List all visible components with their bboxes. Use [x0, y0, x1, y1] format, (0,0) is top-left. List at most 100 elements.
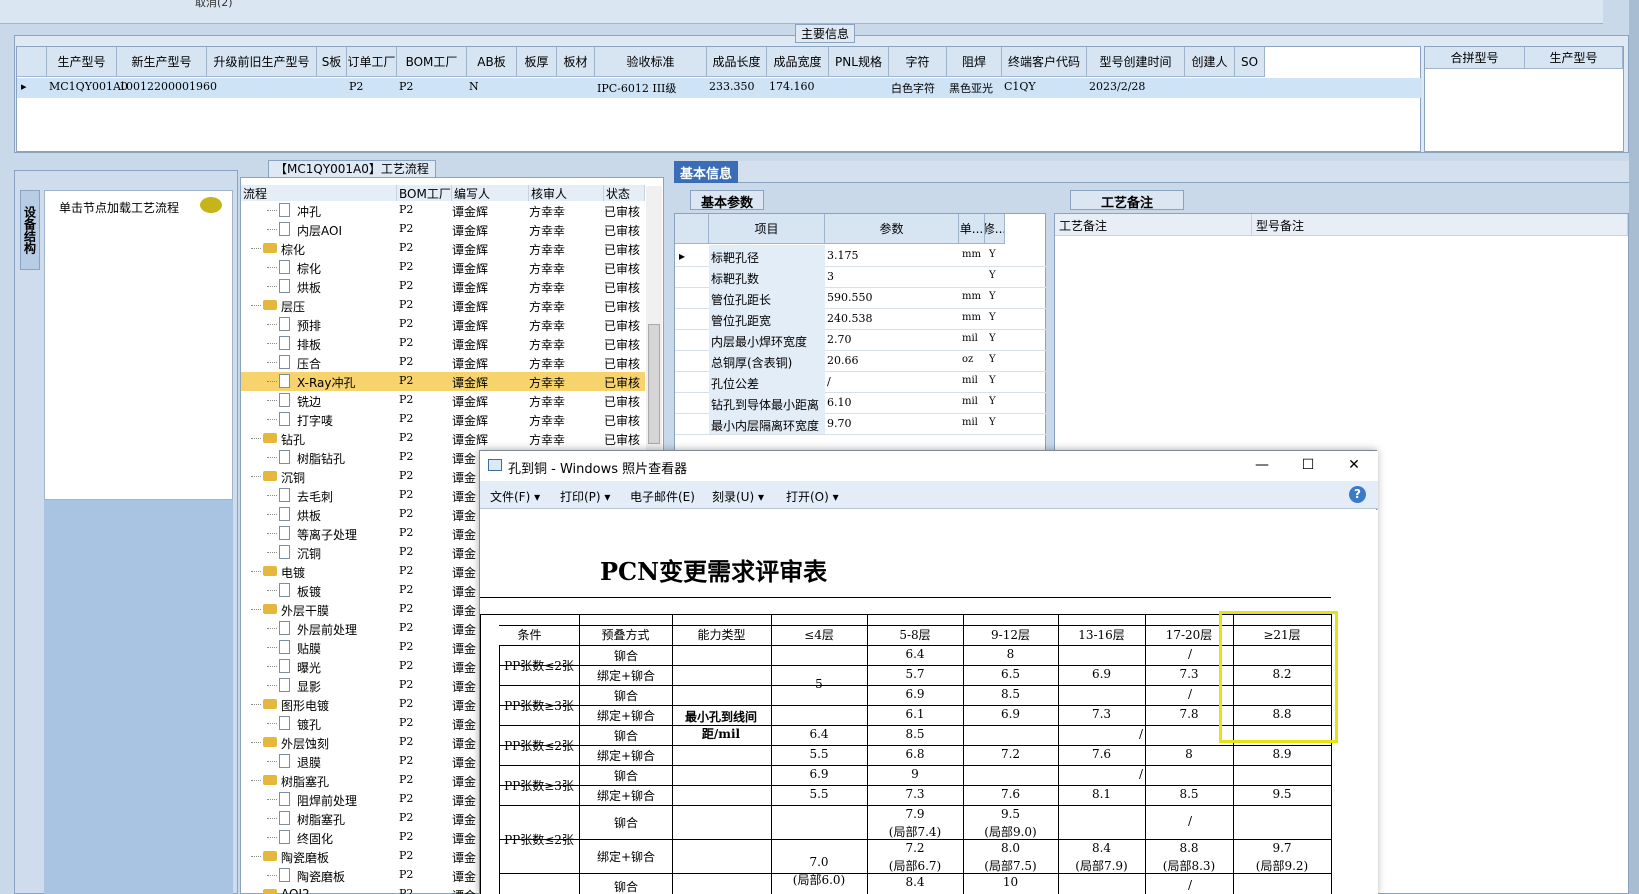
param-cell-item: 标靶孔径: [711, 251, 760, 265]
col-header[interactable]: 验收标准: [595, 47, 707, 77]
col-flow[interactable]: 流程: [241, 185, 397, 201]
tree-cell-bom: P2: [399, 849, 414, 862]
merge-model-grid[interactable]: 合拼型号 生产型号: [1424, 46, 1624, 152]
tree-scrollbar[interactable]: [646, 186, 662, 454]
param-row[interactable]: 最小内层隔离环宽度 9.70 mil Y: [675, 413, 1047, 435]
col-header[interactable]: 板厚: [517, 47, 557, 77]
folder-icon: [263, 889, 277, 894]
tree-cell-bom: P2: [399, 203, 414, 216]
col-status[interactable]: 状态: [604, 185, 645, 201]
main-info-grid[interactable]: 生产型号 新生产型号 升级前旧生产型号 S板 订单工厂 BOM工厂 AB板 板厚 板材 验收标准成…: [16, 46, 1422, 152]
tab-basic-info[interactable]: 基本信息: [674, 161, 739, 183]
col-header[interactable]: 终端客户代码: [1002, 47, 1087, 77]
tree-row[interactable]: 打字唛 P2 谭金辉 方幸幸 已审核: [241, 410, 645, 429]
tree-cell-status: 已审核: [604, 300, 641, 314]
param-row[interactable]: 管位孔距长 590.550 mm Y: [675, 287, 1047, 309]
tree-cell-status: 已审核: [604, 224, 641, 238]
tree-row[interactable]: X-Ray冲孔 P2 谭金辉 方幸幸 已审核: [241, 372, 645, 391]
col-merge-model[interactable]: 合拼型号: [1425, 47, 1525, 69]
doc-cell: PP张数≤2张: [504, 739, 574, 753]
help-icon[interactable]: ?: [1349, 486, 1366, 503]
tree-row[interactable]: 钻孔 P2 谭金辉 方幸幸 已审核: [241, 429, 645, 448]
col-reviewer[interactable]: 核审人: [529, 185, 604, 201]
col-process-notes[interactable]: 工艺备注: [1055, 214, 1252, 236]
doc-cell: 条件: [517, 628, 542, 642]
col-header[interactable]: 阻焊: [947, 47, 1002, 77]
doc-cell: 8.4: [905, 875, 925, 889]
minimize-button[interactable]: —: [1240, 455, 1284, 477]
table-rule: [867, 614, 868, 894]
tree-node-label: 内层AOI: [297, 224, 342, 238]
col-header[interactable]: 项目: [709, 214, 825, 244]
doc-cell: /: [1187, 687, 1193, 701]
tree-connector: [267, 723, 277, 724]
tree-scroll-thumb[interactable]: [648, 324, 660, 444]
tree-row[interactable]: 预排 P2 谭金辉 方幸幸 已审核: [241, 315, 645, 334]
tree-row[interactable]: 内层AOI P2 谭金辉 方幸幸 已审核: [241, 220, 645, 239]
tree-row[interactable]: 棕化 P2 谭金辉 方幸幸 已审核: [241, 239, 645, 258]
col-header[interactable]: 单...: [959, 214, 985, 244]
close-button[interactable]: ✕: [1332, 455, 1376, 477]
col-header[interactable]: 型号创建时间: [1087, 47, 1185, 77]
tree-row[interactable]: 棕化 P2 谭金辉 方幸幸 已审核: [241, 258, 645, 277]
tree-cell-bom: P2: [399, 260, 414, 273]
param-row[interactable]: ▸ 标靶孔径 3.175 mm Y: [675, 245, 1047, 267]
document-icon: [279, 811, 290, 825]
col-header[interactable]: BOM工厂: [397, 47, 467, 77]
col-header[interactable]: 新生产型号: [117, 47, 207, 77]
tree-row[interactable]: 冲孔 P2 谭金辉 方幸幸 已审核: [241, 201, 645, 220]
tree-cell-bom: P2: [399, 754, 414, 767]
col-header[interactable]: SO: [1235, 47, 1265, 77]
menu-burn[interactable]: 刻录(U) ▾: [712, 488, 764, 505]
col-header[interactable]: 成品宽度: [767, 47, 829, 77]
col-header[interactable]: PNL规格: [829, 47, 889, 77]
col-header[interactable]: 升级前旧生产型号: [207, 47, 317, 77]
folder-icon: [263, 433, 277, 443]
col-header[interactable]: 创建人: [1185, 47, 1235, 77]
col-header[interactable]: 成品长度: [707, 47, 767, 77]
col-header[interactable]: 字符: [889, 47, 947, 77]
col-header[interactable]: 生产型号: [47, 47, 117, 77]
param-row[interactable]: 管位孔距宽 240.538 mm Y: [675, 308, 1047, 330]
viewer-titlebar[interactable]: 孔到铜 - Windows 照片查看器 — ☐ ✕: [480, 451, 1378, 481]
col-header[interactable]: 板材: [557, 47, 595, 77]
table-cell: 174.160: [769, 80, 815, 93]
maximize-button[interactable]: ☐: [1286, 455, 1330, 477]
tab-process-notes[interactable]: 工艺备注: [1070, 190, 1185, 211]
menu-file[interactable]: 文件(F) ▾: [490, 488, 540, 505]
tree-node-label: 图形电镀: [281, 699, 330, 713]
tree-row[interactable]: 铣边 P2 谭金辉 方幸幸 已审核: [241, 391, 645, 410]
col-header[interactable]: S板: [317, 47, 347, 77]
tree-row[interactable]: 压合 P2 谭金辉 方幸幸 已审核: [241, 353, 645, 372]
tree-node-label: 退膜: [297, 756, 322, 770]
param-row[interactable]: 标靶孔数 3 Y: [675, 266, 1047, 288]
menu-email[interactable]: 电子邮件(E): [630, 488, 695, 505]
param-cell-mod: Y: [989, 312, 996, 323]
col-bom-factory[interactable]: BOM工厂: [397, 185, 452, 201]
param-row[interactable]: 孔位公差 / mil Y: [675, 371, 1047, 393]
document-icon: [279, 488, 290, 502]
col-header[interactable]: AB板: [467, 47, 517, 77]
tree-row[interactable]: 排板 P2 谭金辉 方幸幸 已审核: [241, 334, 645, 353]
viewer-menu-bar: 文件(F) ▾ 打印(P) ▾ 电子邮件(E) 刻录(U) ▾ 打开(O) ▾ …: [480, 481, 1378, 509]
tree-cell-writer: 谭金: [452, 509, 477, 523]
col-production-model[interactable]: 生产型号: [1525, 47, 1623, 69]
menu-print[interactable]: 打印(P) ▾: [560, 488, 610, 505]
menu-open[interactable]: 打开(O) ▾: [786, 488, 839, 505]
col-header[interactable]: 修...: [985, 214, 1005, 244]
tree-row[interactable]: 层压 P2 谭金辉 方幸幸 已审核: [241, 296, 645, 315]
doc-cell: 铆合: [613, 769, 638, 783]
tab-basic-params[interactable]: 基本参数: [690, 190, 765, 211]
tree-cell-reviewer: 方幸幸: [529, 224, 566, 238]
col-model-notes[interactable]: 型号备注: [1252, 214, 1628, 236]
param-row[interactable]: 内层最小焊环宽度 2.70 mil Y: [675, 329, 1047, 351]
basic-params-grid[interactable]: 项目参数单...修... ▸ 标靶孔径 3.175 mm Y 标靶孔数 3 Y 管位孔距长 590.…: [674, 213, 1047, 460]
equipment-structure-tab[interactable]: 设备结构: [20, 190, 40, 270]
param-row[interactable]: 钻孔到导体最小距离 6.10 mil Y: [675, 392, 1047, 414]
tree-cell-writer: 谭金辉: [452, 395, 489, 409]
col-header[interactable]: 订单工厂: [347, 47, 397, 77]
col-writer[interactable]: 编写人: [452, 185, 529, 201]
param-row[interactable]: 总铜厚(含表铜) 20.66 oz Y: [675, 350, 1047, 372]
tree-row[interactable]: 烘板 P2 谭金辉 方幸幸 已审核: [241, 277, 645, 296]
col-header[interactable]: 参数: [825, 214, 959, 244]
